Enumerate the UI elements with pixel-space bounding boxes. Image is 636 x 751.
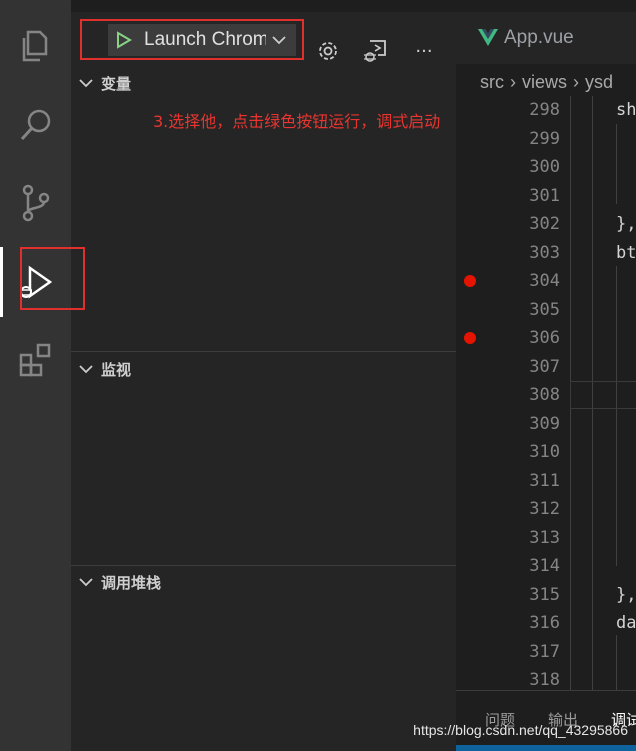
- chevron-down-icon: [79, 578, 93, 587]
- code-line[interactable]: 307: [456, 353, 636, 381]
- line-number: 314: [529, 556, 560, 576]
- watermark: https://blog.csdn.net/qq_43295866: [413, 722, 628, 738]
- call-stack-section-header[interactable]: 调用堆栈: [71, 569, 456, 595]
- activity-bar: [0, 0, 71, 751]
- explorer-button[interactable]: [0, 16, 71, 76]
- line-number: 309: [529, 413, 560, 434]
- search-button[interactable]: [0, 95, 71, 155]
- code-text: sh: [616, 100, 636, 120]
- watch-section-header[interactable]: 监视: [71, 356, 456, 382]
- variables-title: 变量: [101, 74, 132, 93]
- code-line[interactable]: 315},: [456, 581, 636, 609]
- code-line[interactable]: 309: [456, 410, 636, 438]
- call-stack-title: 调用堆栈: [101, 573, 162, 592]
- line-number: 315: [529, 584, 560, 605]
- code-line[interactable]: 313: [456, 524, 636, 552]
- code-line[interactable]: 304: [456, 267, 636, 295]
- gear-icon: [319, 42, 337, 60]
- indent-guide: [616, 124, 617, 204]
- line-number: 301: [529, 185, 560, 206]
- highlight-box-run-debug: [20, 247, 85, 310]
- tab-label: App.vue: [504, 27, 574, 48]
- code-line[interactable]: 300: [456, 153, 636, 181]
- panel-tab-bar: 问题 输出 调试: [456, 690, 636, 751]
- source-control-button[interactable]: [0, 173, 71, 233]
- line-number: 298: [529, 100, 560, 120]
- breakpoint-icon[interactable]: [464, 332, 476, 344]
- extensions-icon: [19, 343, 50, 377]
- code-line[interactable]: 298 sh: [456, 96, 636, 124]
- code-line[interactable]: 302},: [456, 210, 636, 238]
- chevron-down-icon: [79, 365, 93, 374]
- ellipsis-icon: ···: [415, 40, 433, 62]
- annotation-text: 3.选择他，点击绿色按钮运行，调式启动: [153, 112, 441, 131]
- top-strip: [71, 0, 456, 12]
- code-line[interactable]: 303 bt: [456, 239, 636, 267]
- highlight-box-launch-config: [80, 19, 304, 60]
- code-text: bt: [616, 242, 636, 263]
- line-number: 311: [529, 470, 560, 491]
- line-number: 302: [529, 214, 560, 234]
- tab-app-vue[interactable]: App.vue: [456, 12, 636, 64]
- line-number: 316: [529, 613, 560, 633]
- indent-guide: [616, 635, 617, 690]
- line-number: 305: [529, 299, 560, 320]
- section-divider: [71, 351, 456, 352]
- code-line[interactable]: 314: [456, 552, 636, 580]
- settings-button[interactable]: [315, 38, 341, 64]
- source-control-icon: [22, 184, 49, 222]
- code-line[interactable]: 312: [456, 495, 636, 523]
- code-line[interactable]: 306: [456, 324, 636, 352]
- watch-title: 监视: [101, 360, 132, 379]
- line-number: 300: [529, 157, 560, 177]
- code-line[interactable]: 311: [456, 467, 636, 495]
- line-number: 299: [529, 128, 560, 149]
- code-line[interactable]: 310: [456, 438, 636, 466]
- code-text: },: [616, 584, 636, 605]
- line-number: 313: [529, 527, 560, 548]
- code-line[interactable]: 299: [456, 125, 636, 153]
- line-number: 307: [529, 356, 560, 377]
- variables-section-header[interactable]: 变量: [71, 70, 456, 96]
- files-icon: [22, 30, 47, 62]
- line-number: 312: [529, 499, 560, 519]
- code-line[interactable]: 317: [456, 638, 636, 666]
- code-line[interactable]: 301: [456, 182, 636, 210]
- debug-console-button[interactable]: [362, 38, 388, 64]
- indent-guide: [616, 266, 617, 566]
- status-bar-edge: [456, 745, 636, 751]
- vue-file-icon: [478, 29, 498, 46]
- line-number: 317: [529, 641, 560, 662]
- line-number: 304: [529, 271, 560, 291]
- extensions-button[interactable]: [0, 330, 71, 390]
- line-number: 306: [529, 328, 560, 348]
- breakpoint-icon[interactable]: [464, 275, 476, 287]
- code-line[interactable]: 305: [456, 296, 636, 324]
- more-actions-button[interactable]: ···: [411, 38, 437, 64]
- breadcrumb-item[interactable]: src › views › ysd: [480, 72, 613, 93]
- debug-console-icon: [364, 40, 386, 62]
- line-number: 310: [529, 442, 560, 462]
- line-number: 308: [529, 385, 560, 405]
- code-text: da: [616, 613, 636, 633]
- tab-bar: App.vue: [456, 12, 636, 64]
- search-icon: [20, 109, 50, 141]
- breadcrumb: src › views › ysd: [456, 64, 636, 100]
- chevron-down-icon: [79, 79, 93, 88]
- code-text: },: [616, 214, 636, 234]
- line-number: 303: [529, 242, 560, 263]
- editor-area: App.vue src › views › ysd 298 sh 299 300 301 302}…: [456, 0, 636, 751]
- current-line-highlight: [570, 381, 636, 409]
- section-divider: [71, 565, 456, 566]
- code-line[interactable]: 316 da: [456, 609, 636, 637]
